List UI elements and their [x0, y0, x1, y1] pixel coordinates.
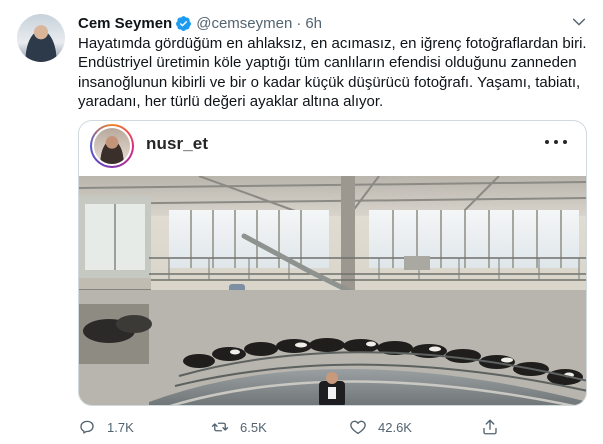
tweet-text-line: Hayatımda gördüğüm en ahlaksız, en acıma…	[78, 35, 587, 52]
tweet-text-line: insanoğlunun kibirli ve bir o kadar küçü…	[78, 73, 581, 91]
share-icon	[483, 419, 497, 435]
reply-icon	[80, 420, 94, 434]
instagram-embed-card[interactable]: nusr_et	[78, 120, 587, 406]
retweet-count: 6.5K	[240, 419, 267, 435]
display-name[interactable]: Cem Seymen	[78, 15, 172, 32]
tweet-text-line: yaradanı, her türlü değeri ayaklar altın…	[78, 92, 384, 110]
tweet[interactable]: Cem Seymen @cemseymen · 6h Hayatımda gör…	[0, 0, 603, 444]
tweet-timestamp[interactable]: 6h	[305, 15, 322, 32]
chevron-down-icon	[572, 18, 586, 26]
tweet-header: Cem Seymen @cemseymen · 6h	[78, 13, 322, 33]
embed-photo[interactable]	[79, 176, 586, 405]
like-button[interactable]: 42.6K	[349, 416, 412, 438]
share-button[interactable]	[481, 416, 510, 438]
retweet-icon	[211, 422, 229, 432]
heart-icon	[350, 420, 366, 435]
tweet-text: Hayatımda gördüğüm en ahlaksız, en acıma…	[78, 34, 592, 111]
reply-button[interactable]: 1.7K	[78, 416, 134, 438]
tweet-actions: 1.7K 6.5K 42.6K	[78, 416, 598, 438]
embed-avatar[interactable]	[90, 124, 134, 168]
embed-username[interactable]: nusr_et	[146, 134, 208, 154]
author-avatar[interactable]	[17, 14, 65, 62]
separator-dot: ·	[296, 14, 302, 32]
retweet-button[interactable]: 6.5K	[211, 416, 267, 438]
tweet-text-line: Endüstriyel üretimin köle yaptığı tüm ca…	[78, 54, 577, 72]
reply-count: 1.7K	[107, 419, 134, 435]
embed-header: nusr_et	[79, 121, 586, 176]
more-dots-icon[interactable]	[545, 137, 567, 147]
like-count: 42.6K	[378, 419, 412, 435]
barn-photo-image	[79, 176, 586, 405]
more-options-button[interactable]	[568, 11, 590, 33]
author-handle[interactable]: @cemseymen	[196, 15, 292, 32]
verified-badge-icon	[176, 15, 192, 31]
